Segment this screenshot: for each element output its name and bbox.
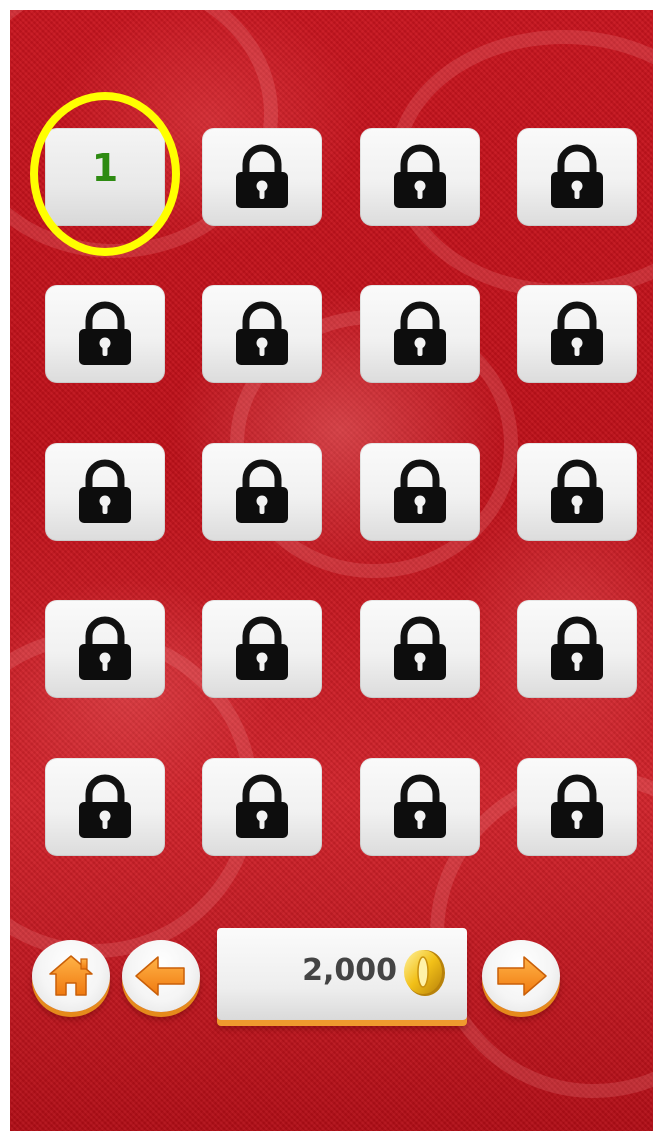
padlock-icon	[236, 616, 288, 680]
coin-count: 2,000	[302, 953, 397, 988]
padlock-icon	[236, 459, 288, 523]
padlock-icon	[79, 616, 131, 680]
padlock-icon	[394, 144, 446, 208]
locked-level-tile[interactable]	[202, 758, 322, 866]
padlock-icon	[551, 616, 603, 680]
locked-level-tile[interactable]	[517, 285, 637, 393]
padlock-icon	[394, 616, 446, 680]
level-select-screen: 1 2,000	[10, 10, 653, 1131]
gold-coin-icon	[404, 950, 445, 996]
locked-level-tile[interactable]	[45, 758, 165, 866]
previous-page-button[interactable]	[122, 940, 200, 1012]
locked-level-tile[interactable]	[517, 600, 637, 708]
padlock-icon	[551, 144, 603, 208]
padlock-icon	[551, 459, 603, 523]
locked-level-tile[interactable]	[517, 128, 637, 236]
level-tile[interactable]: 1	[45, 128, 165, 236]
locked-level-tile[interactable]	[517, 758, 637, 866]
locked-level-tile[interactable]	[45, 443, 165, 551]
padlock-icon	[394, 774, 446, 838]
padlock-icon	[551, 774, 603, 838]
locked-level-tile[interactable]	[360, 600, 480, 708]
locked-level-tile[interactable]	[202, 443, 322, 551]
padlock-icon	[551, 301, 603, 365]
locked-level-tile[interactable]	[45, 285, 165, 393]
next-page-button[interactable]	[482, 940, 560, 1012]
level-number: 1	[91, 146, 119, 190]
padlock-icon	[79, 301, 131, 365]
padlock-icon	[236, 774, 288, 838]
padlock-icon	[79, 459, 131, 523]
locked-level-tile[interactable]	[517, 443, 637, 551]
padlock-icon	[236, 144, 288, 208]
locked-level-tile[interactable]	[45, 600, 165, 708]
padlock-icon	[394, 459, 446, 523]
coin-balance-panel: 2,000	[217, 928, 467, 1020]
locked-level-tile[interactable]	[202, 285, 322, 393]
padlock-icon	[79, 774, 131, 838]
locked-level-tile[interactable]	[202, 600, 322, 708]
padlock-icon	[236, 301, 288, 365]
home-button[interactable]	[32, 940, 110, 1012]
locked-level-tile[interactable]	[360, 128, 480, 236]
padlock-icon	[394, 301, 446, 365]
home-icon	[49, 955, 93, 996]
locked-level-tile[interactable]	[360, 443, 480, 551]
locked-level-tile[interactable]	[202, 128, 322, 236]
arrow-right-icon	[497, 956, 547, 996]
locked-level-tile[interactable]	[360, 758, 480, 866]
arrow-left-icon	[135, 956, 185, 996]
locked-level-tile[interactable]	[360, 285, 480, 393]
